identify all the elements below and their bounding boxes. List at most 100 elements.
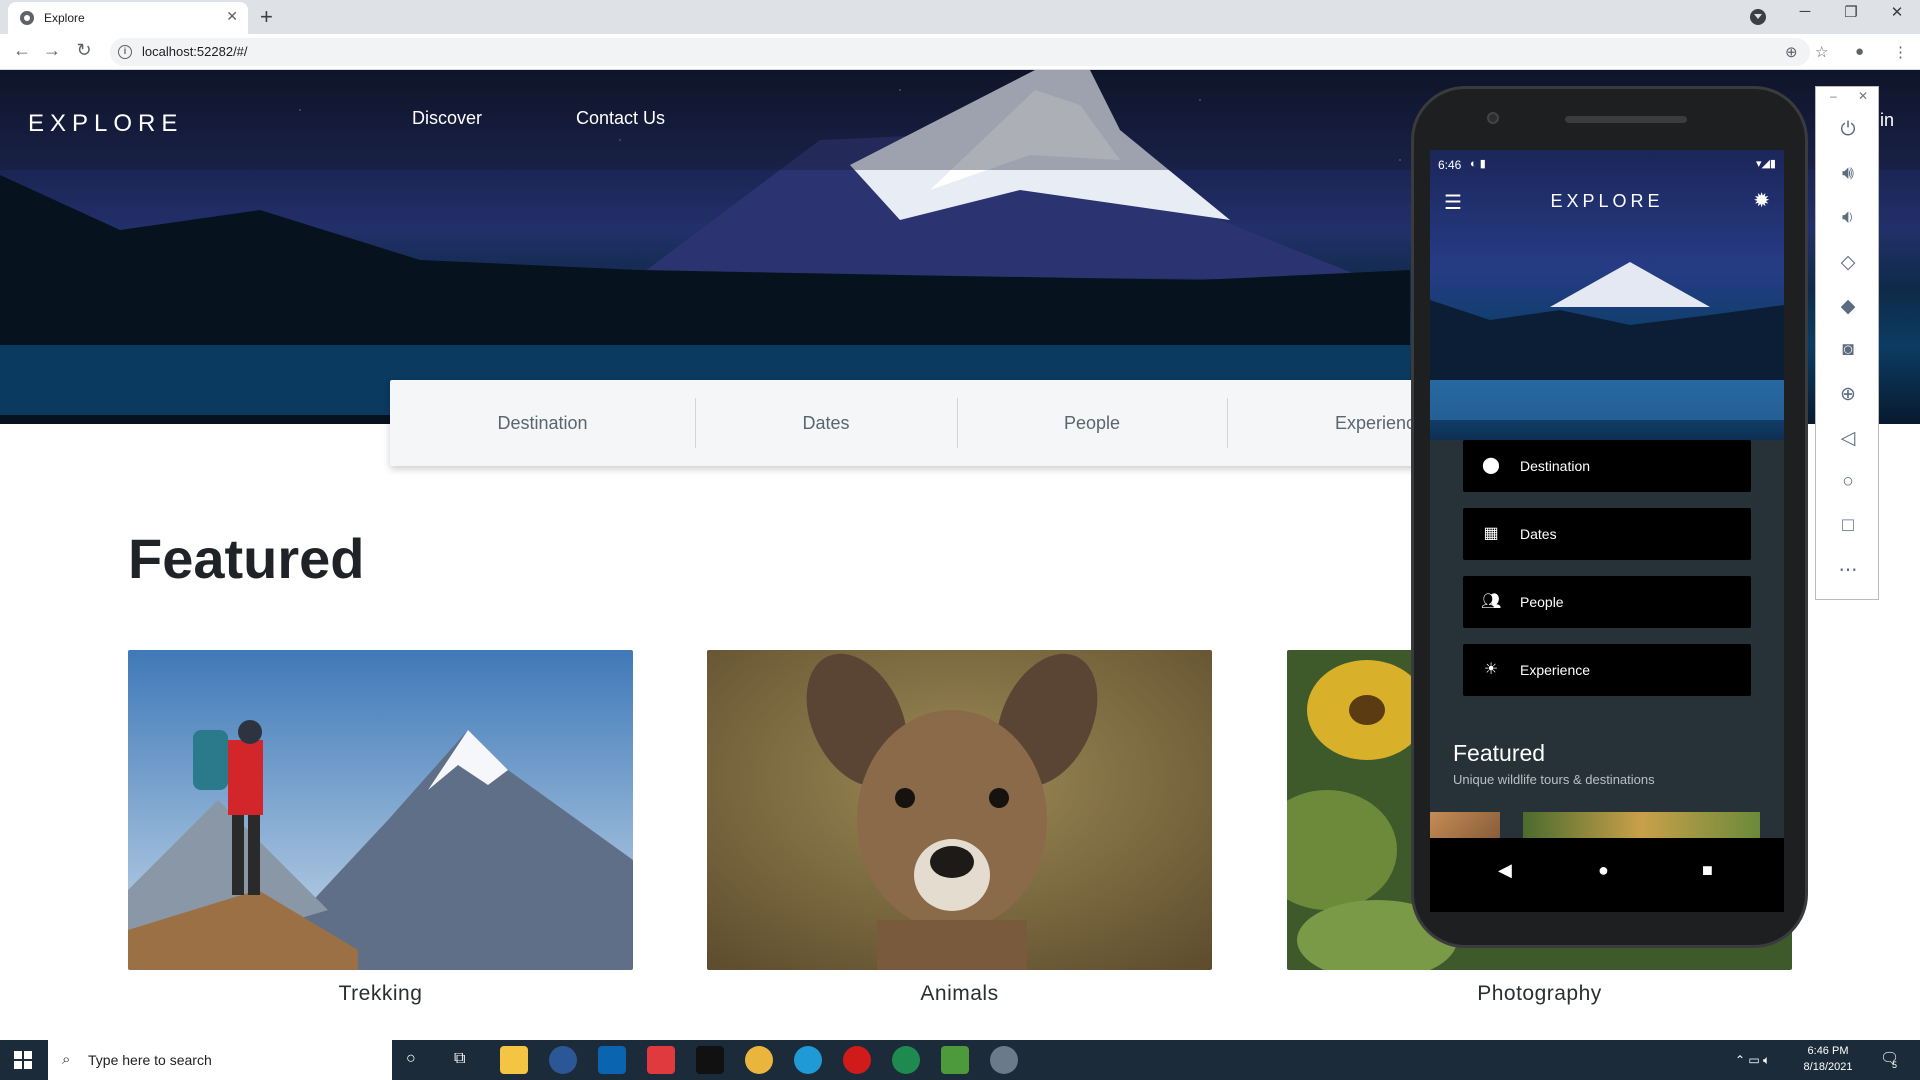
android-recents-icon[interactable]: ■ bbox=[1702, 860, 1713, 881]
featured-heading: Featured bbox=[128, 527, 365, 590]
zoom-icon[interactable]: ⊕ bbox=[1785, 43, 1798, 61]
profile-icon[interactable]: ● bbox=[1855, 43, 1864, 60]
zoom-icon[interactable]: ⊕ bbox=[1816, 383, 1880, 406]
rotate-right-icon[interactable]: ◆ bbox=[1816, 295, 1880, 318]
nav-contact-us[interactable]: Contact Us bbox=[576, 108, 665, 129]
back-arrow-icon[interactable]: ← bbox=[10, 40, 34, 61]
mobile-featured-title: Featured bbox=[1453, 740, 1546, 766]
browser-tab[interactable]: Explore ✕ bbox=[8, 2, 248, 34]
search-dates[interactable]: Dates bbox=[695, 380, 957, 466]
reload-icon[interactable]: ↻ bbox=[72, 40, 96, 61]
mobile-status-bar: 6:46 ◐ ▮ ▾◢▮ bbox=[1430, 150, 1784, 180]
sun-icon: ☀ bbox=[1483, 661, 1499, 678]
notification-count: 5 bbox=[1892, 1060, 1898, 1070]
tab-search-icon[interactable] bbox=[1750, 9, 1766, 25]
android-home-icon[interactable]: ● bbox=[1598, 860, 1609, 881]
phone-camera bbox=[1487, 112, 1499, 124]
screenshot-camera-icon[interactable]: ◙ bbox=[1816, 339, 1880, 361]
windows-taskbar: ⌕ Type here to search ○ ⧉ ⌃ ▭ 🔈︎ 6:46 PM… bbox=[0, 1040, 1920, 1080]
restore-button[interactable]: ❐ bbox=[1828, 3, 1874, 21]
minimize-button[interactable]: ─ bbox=[1782, 3, 1828, 20]
search-panel: Destination Dates People Experience bbox=[390, 380, 1560, 466]
search-destination[interactable]: Destination bbox=[390, 380, 695, 466]
power-icon[interactable]: ⏻ bbox=[1816, 119, 1880, 141]
search-icon: ⌕ bbox=[62, 1051, 71, 1068]
clock-date: 8/18/2021 bbox=[1803, 1061, 1853, 1073]
phone-screen: 6:46 ◐ ▮ ▾◢▮ ☰ EXPLORE ✹ ⬤ Destination ▦… bbox=[1430, 150, 1784, 912]
taskbar-search-placeholder[interactable]: Type here to search bbox=[88, 1052, 212, 1068]
emulator-close-button[interactable]: ✕ bbox=[1858, 89, 1868, 103]
system-tray-icons[interactable]: ⌃ ▭ 🔈︎ bbox=[1735, 1053, 1770, 1068]
calendar-icon: ▦ bbox=[1483, 525, 1499, 542]
emulator-toolbar: – ✕ ⏻ 🔊︎ 🔉︎ ◇ ◆ ◙ ⊕ ◁ ○ □ ⋯ bbox=[1815, 86, 1879, 600]
mobile-experience-button[interactable]: ☀ Experience bbox=[1463, 644, 1751, 696]
brightness-settings-icon[interactable]: ✹ bbox=[1753, 188, 1770, 213]
forward-arrow-icon[interactable]: → bbox=[40, 40, 64, 61]
outlook-icon[interactable] bbox=[598, 1046, 626, 1074]
info-icon[interactable]: i bbox=[118, 45, 132, 59]
opera-icon[interactable] bbox=[843, 1046, 871, 1074]
bookmark-star-icon[interactable]: ☆ bbox=[1815, 43, 1828, 61]
address-bar[interactable]: i localhost:52282/#/ bbox=[110, 38, 1810, 66]
mobile-logo: EXPLORE bbox=[1550, 191, 1664, 211]
status-app-icons: ◐ ▮ bbox=[1470, 158, 1486, 170]
url-text[interactable]: localhost:52282/#/ bbox=[142, 44, 248, 59]
more-options-icon[interactable]: ⋯ bbox=[1816, 559, 1880, 582]
mobile-featured-subtitle: Unique wildlife tours & destinations bbox=[1453, 772, 1655, 787]
app-icon[interactable] bbox=[647, 1046, 675, 1074]
windows-start-icon[interactable] bbox=[14, 1051, 32, 1069]
chrome-active-icon[interactable] bbox=[990, 1046, 1018, 1074]
mobile-dates-label: Dates bbox=[1520, 526, 1557, 542]
mobile-people-button[interactable]: 👥︎ People bbox=[1463, 576, 1751, 628]
emulator-minimize-button[interactable]: – bbox=[1830, 89, 1837, 103]
mobile-experience-label: Experience bbox=[1520, 662, 1591, 678]
tab-title: Explore bbox=[44, 11, 85, 25]
card-animals-caption[interactable]: Animals bbox=[707, 982, 1212, 1006]
mobile-people-label: People bbox=[1520, 594, 1564, 610]
wifi-battery-icon: ▾◢▮ bbox=[1755, 158, 1776, 170]
app-icon[interactable] bbox=[892, 1046, 920, 1074]
app-icon[interactable] bbox=[941, 1046, 969, 1074]
nav-discover[interactable]: Discover bbox=[412, 108, 482, 129]
volume-down-icon[interactable]: 🔉︎ bbox=[1816, 207, 1880, 229]
taskbar-search-box[interactable]: ⌕ Type here to search bbox=[48, 1040, 392, 1080]
mobile-forest bbox=[1430, 300, 1784, 420]
kebab-menu-icon[interactable]: ⋮ bbox=[1893, 43, 1908, 61]
mobile-destination-label: Destination bbox=[1520, 458, 1591, 474]
cortana-icon[interactable]: ○ bbox=[406, 1050, 416, 1068]
close-window-button[interactable]: ✕ bbox=[1874, 3, 1920, 21]
home-icon[interactable]: ○ bbox=[1816, 471, 1880, 493]
people-icon: 👥︎ bbox=[1481, 593, 1502, 610]
search-people[interactable]: People bbox=[957, 380, 1227, 466]
site-logo[interactable]: EXPLORE bbox=[28, 110, 183, 138]
card-trekking-image[interactable] bbox=[128, 650, 633, 970]
edge-icon[interactable] bbox=[794, 1046, 822, 1074]
mobile-dates-button[interactable]: ▦ Dates bbox=[1463, 508, 1751, 560]
card-trekking-caption[interactable]: Trekking bbox=[128, 982, 633, 1006]
volume-up-icon[interactable]: 🔊︎ bbox=[1816, 163, 1880, 185]
mobile-status-time: 6:46 bbox=[1438, 158, 1462, 172]
tab-close-icon[interactable]: ✕ bbox=[226, 8, 238, 25]
rotate-left-icon[interactable]: ◇ bbox=[1816, 251, 1880, 274]
location-pin-icon: ⬤ bbox=[1482, 457, 1500, 474]
globe-icon bbox=[20, 11, 34, 25]
app-icon[interactable] bbox=[549, 1046, 577, 1074]
new-tab-button[interactable]: + bbox=[260, 4, 273, 30]
overview-icon[interactable]: □ bbox=[1816, 515, 1880, 537]
file-explorer-icon[interactable] bbox=[500, 1046, 528, 1074]
android-nav-bar: ◀ ● ■ bbox=[1430, 838, 1784, 912]
back-icon[interactable]: ◁ bbox=[1816, 427, 1880, 450]
card-photography-caption[interactable]: Photography bbox=[1287, 982, 1792, 1006]
browser-toolbar: ← → ↻ i localhost:52282/#/ ⊕ ☆ ● ⋮ bbox=[0, 34, 1920, 70]
mobile-destination-button[interactable]: ⬤ Destination bbox=[1463, 440, 1751, 492]
card-animals-image[interactable] bbox=[707, 650, 1212, 970]
phone-speaker bbox=[1565, 116, 1687, 123]
android-back-icon[interactable]: ◀ bbox=[1498, 860, 1512, 881]
chrome-icon[interactable] bbox=[745, 1046, 773, 1074]
nav-partial-item[interactable]: in bbox=[1880, 110, 1894, 131]
taskbar-clock[interactable]: 6:46 PM 8/18/2021 bbox=[1793, 1043, 1863, 1075]
clock-time: 6:46 PM bbox=[1807, 1045, 1849, 1057]
browser-tab-strip: Explore ✕ + ─ ❐ ✕ bbox=[0, 0, 1920, 34]
task-view-icon[interactable]: ⧉ bbox=[454, 1050, 465, 1068]
terminal-icon[interactable] bbox=[696, 1046, 724, 1074]
